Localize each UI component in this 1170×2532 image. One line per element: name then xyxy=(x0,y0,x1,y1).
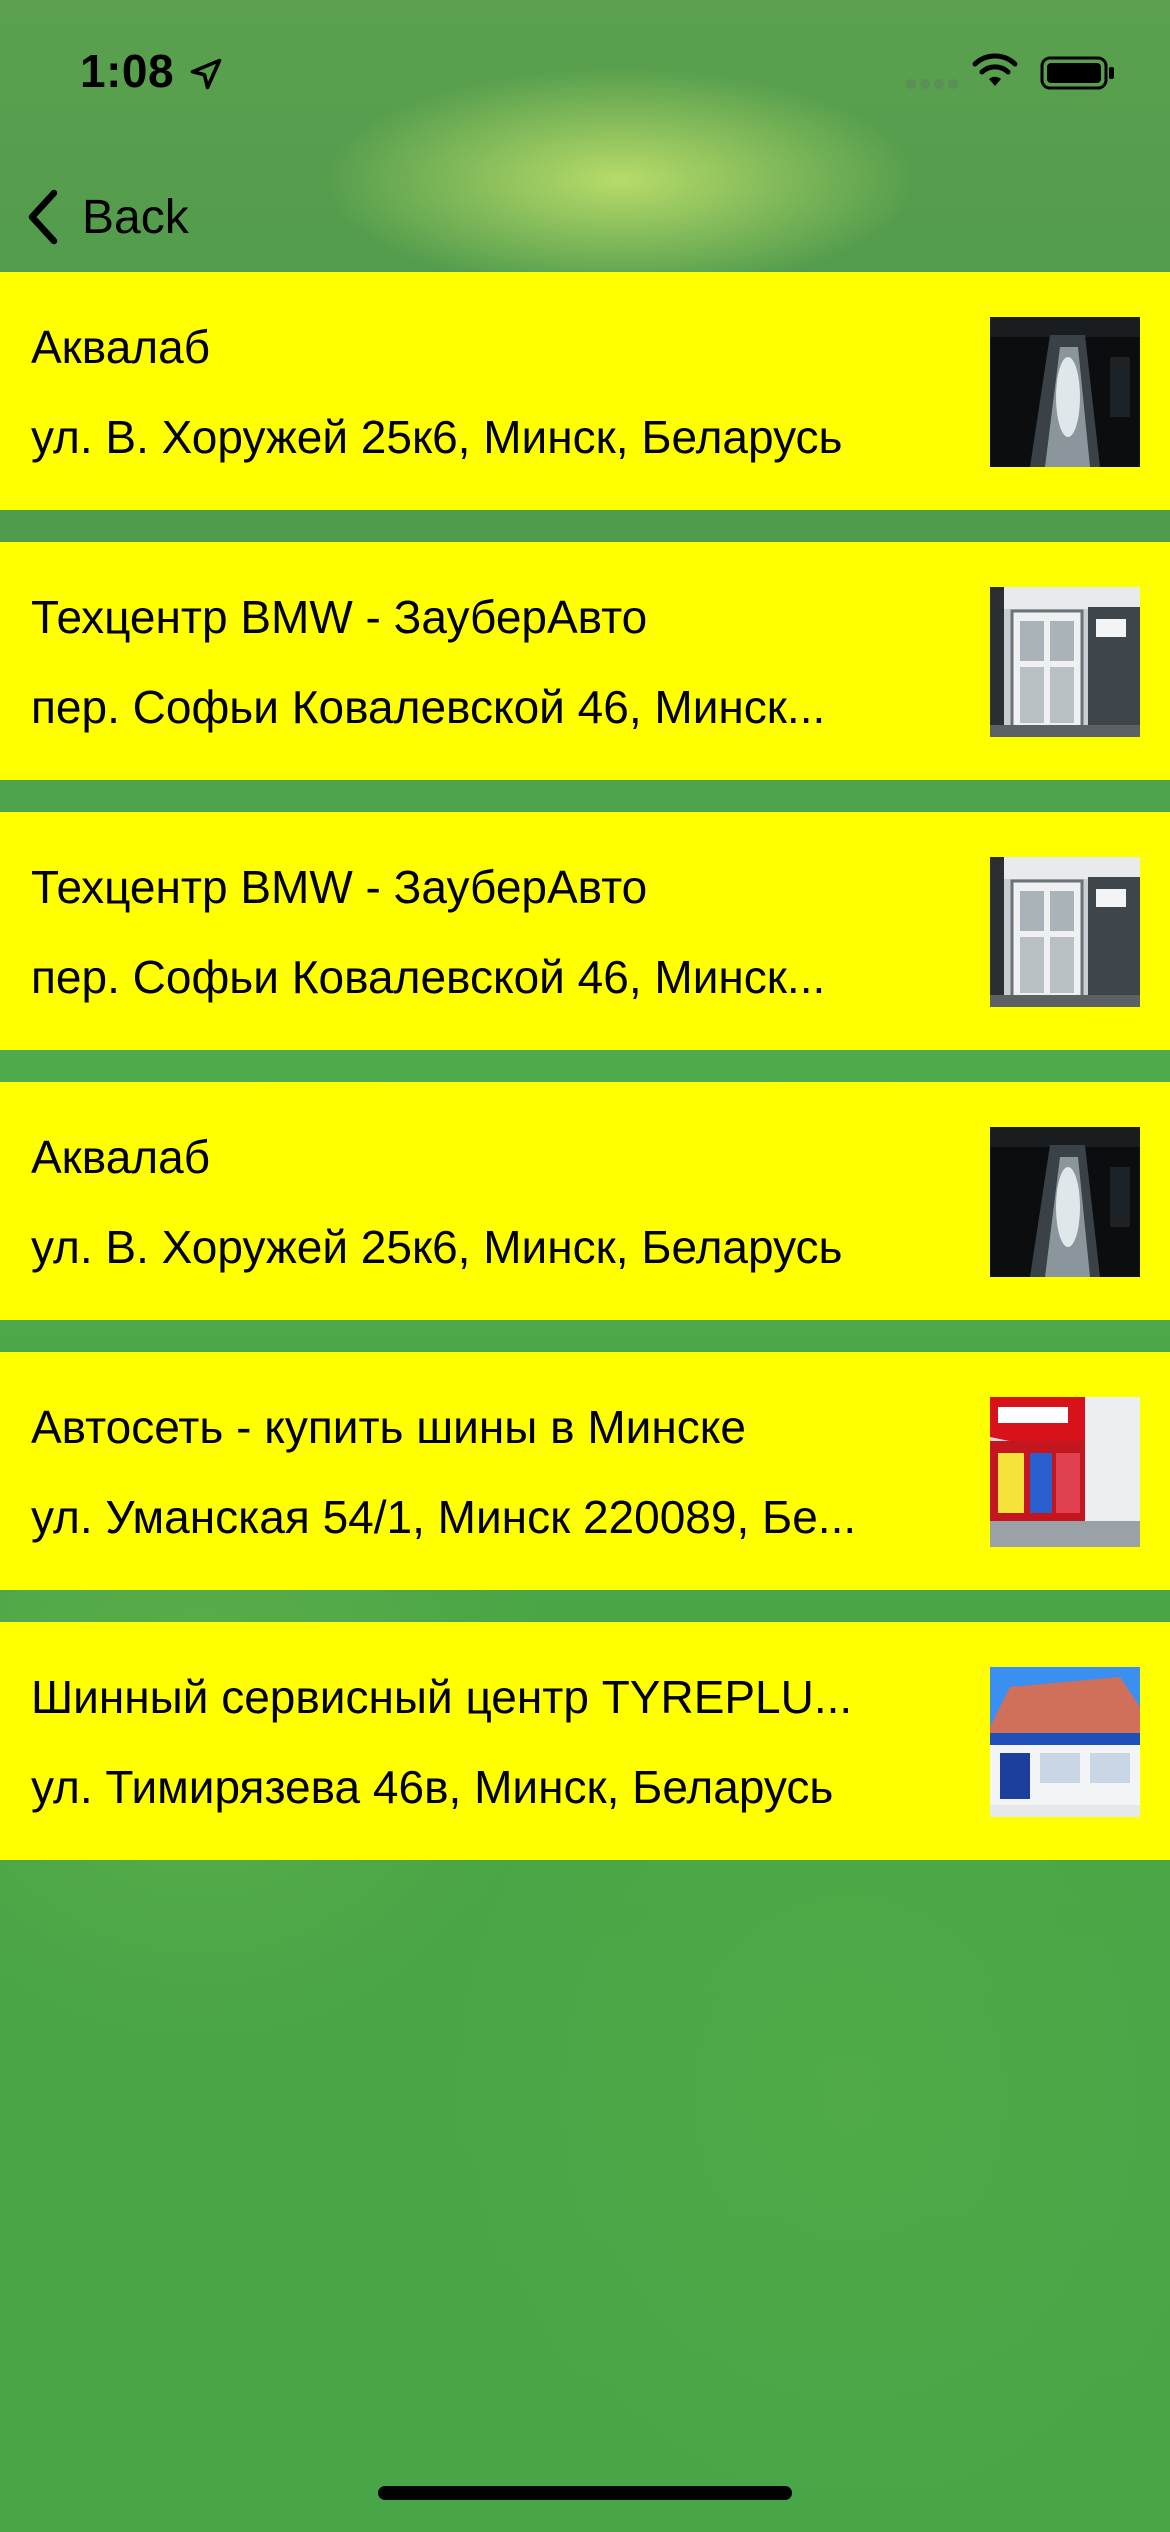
location-arrow-icon xyxy=(190,58,222,90)
list-item[interactable]: Аквалаб ул. В. Хоружей 25к6, Минск, Бела… xyxy=(0,1082,1170,1320)
garage-door-photo xyxy=(990,857,1140,1007)
places-list: Аквалаб ул. В. Хоружей 25к6, Минск, Бела… xyxy=(0,272,1170,1892)
signal-dots-icon xyxy=(906,79,958,89)
list-item[interactable]: Автосеть - купить шины в Минске ул. Уман… xyxy=(0,1352,1170,1590)
place-name: Шинный сервисный центр TYREPLU... xyxy=(31,1671,853,1723)
battery-icon xyxy=(1040,56,1114,90)
place-address: ул. В. Хоружей 25к6, Минск, Беларусь xyxy=(31,411,843,463)
service-center-photo xyxy=(990,1667,1140,1817)
chevron-left-icon xyxy=(28,189,58,245)
status-time: 1:08 xyxy=(80,45,175,97)
car-wash-photo xyxy=(990,1127,1140,1277)
navigation-bar: Back xyxy=(0,160,1170,270)
place-name: Автосеть - купить шины в Минске xyxy=(31,1401,746,1453)
place-name: Аквалаб xyxy=(31,1131,211,1183)
list-item[interactable]: Техцентр BMW - ЗауберАвто пер. Софьи Ков… xyxy=(0,542,1170,780)
tire-shop-photo xyxy=(990,1397,1140,1547)
place-address: пер. Софьи Ковалевской 46, Минск... xyxy=(31,681,826,733)
place-address: пер. Софьи Ковалевской 46, Минск... xyxy=(31,951,826,1003)
car-wash-photo xyxy=(990,317,1140,467)
place-name: Аквалаб xyxy=(31,321,211,373)
list-item[interactable]: Шинный сервисный центр TYREPLU... ул. Ти… xyxy=(0,1622,1170,1860)
garage-door-photo xyxy=(990,587,1140,737)
place-address: ул. Тимирязева 46в, Минск, Беларусь xyxy=(31,1761,834,1813)
place-name: Техцентр BMW - ЗауберАвто xyxy=(31,591,648,643)
place-name: Техцентр BMW - ЗауберАвто xyxy=(31,861,648,913)
home-indicator[interactable] xyxy=(378,2486,792,2500)
list-item[interactable]: Техцентр BMW - ЗауберАвто пер. Софьи Ков… xyxy=(0,812,1170,1050)
place-address: ул. Уманская 54/1, Минск 220089, Бе... xyxy=(31,1491,857,1543)
back-label: Back xyxy=(82,190,189,244)
list-item[interactable]: Аквалаб ул. В. Хоружей 25к6, Минск, Бела… xyxy=(0,272,1170,510)
back-button[interactable]: Back xyxy=(20,172,189,262)
wifi-icon xyxy=(972,53,1018,86)
place-address: ул. В. Хоружей 25к6, Минск, Беларусь xyxy=(31,1221,843,1273)
status-bar: 1:08 xyxy=(0,0,1170,140)
